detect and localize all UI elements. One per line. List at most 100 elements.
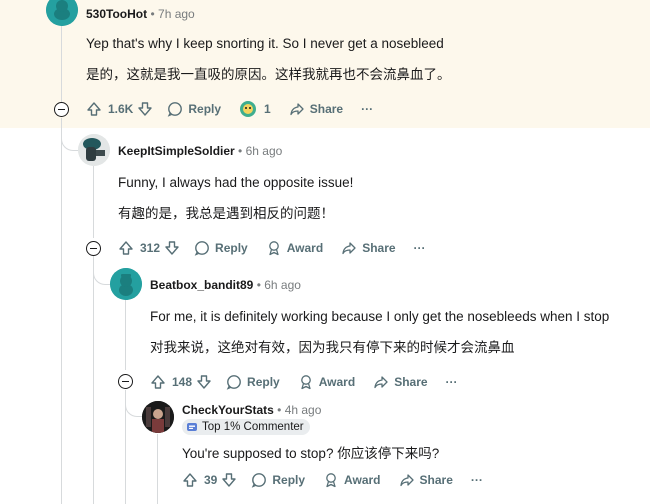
timestamp[interactable]: 6h ago [246,144,283,158]
comment-author-line: 530TooHot • 7h ago [86,7,195,21]
reply-label: Reply [215,241,248,255]
comment-text-zh: 有趣的是，我总是遇到相反的问题！ [118,206,334,221]
vote-count: 148 [172,375,193,389]
comment-author-line: Beatbox_bandit89 • 6h ago [150,278,301,292]
comment-actions: 148 Reply Award Share ··· [150,371,476,393]
award-label: Award [286,241,324,255]
comment-text-en: For me, it is definitely working because… [150,309,610,324]
avatar[interactable] [110,268,142,300]
award-button[interactable]: 1 [239,100,271,118]
collapse-thread-button[interactable] [118,374,133,389]
award-count: 1 [264,102,271,116]
share-button[interactable]: Share [399,472,453,488]
downvote-icon[interactable] [196,374,212,390]
share-button[interactable]: Share [289,101,343,117]
vote-count: 39 [204,473,218,487]
award-icon [300,375,311,390]
username[interactable]: CheckYourStats [182,403,274,417]
comment-text-zh: 是的，这就是我一直吸的原因。这样我就再也不会流鼻血了。 [86,67,451,82]
share-label: Share [394,375,428,389]
thread-line [125,298,126,370]
more-icon: ··· [445,375,458,389]
comment-icon [194,241,209,256]
thread-line [61,20,62,112]
separator: • [150,7,155,21]
share-button[interactable]: Share [341,240,396,256]
reply-label: Reply [272,473,306,487]
share-label: Share [309,102,344,116]
upvote-icon[interactable] [118,240,134,256]
comment-actions: 39 Reply Award Share ··· [182,469,501,491]
thread-branch [125,390,144,417]
timestamp[interactable]: 7h ago [158,7,195,21]
comment-icon [252,473,267,488]
comment-author-line: CheckYourStats • 4h ago [182,403,321,417]
award-icon [326,473,336,488]
collapse-thread-button[interactable] [54,102,69,117]
award-label: Award [318,375,356,389]
downvote-icon[interactable] [221,472,237,488]
more-icon: ··· [413,241,426,255]
separator: • [238,144,243,158]
award-badge-icon [240,101,257,117]
avatar[interactable] [142,401,174,433]
vote-control: 312 [118,240,180,256]
vote-control: 148 [150,374,212,390]
username[interactable]: KeepItSimpleSoldier [118,144,235,158]
share-button[interactable]: Share [373,374,428,390]
commenter-badge-icon [187,423,197,431]
username[interactable]: Beatbox_bandit89 [150,278,253,292]
award-button[interactable]: Award [266,240,323,256]
separator: • [256,278,261,292]
reply-button[interactable]: Reply [167,101,221,117]
reply-label: Reply [188,102,222,116]
share-label: Share [362,241,396,255]
more-options-button[interactable]: ··· [414,241,426,255]
share-icon [399,474,414,487]
award-button[interactable]: Award [298,374,355,390]
comment-text-en: Yep that's why I keep snorting it. So I … [86,36,444,51]
thread-branch [61,118,80,151]
timestamp[interactable]: 4h ago [285,403,322,417]
more-options-button[interactable]: ··· [446,375,458,389]
comment-actions: 1.6K Reply 1 Share ··· [86,98,391,120]
timestamp[interactable]: 6h ago [264,278,301,292]
share-icon [342,242,356,255]
user-photo-icon [142,401,174,433]
award-icon [268,241,279,256]
user-flair: Top 1% Commenter [182,419,310,435]
downvote-icon[interactable] [164,240,180,256]
reply-button[interactable]: Reply [251,472,305,488]
avatar[interactable] [78,134,110,166]
award-button[interactable]: Award [323,472,381,488]
reply-button[interactable]: Reply [194,240,248,256]
vote-control: 1.6K [86,101,153,117]
collapse-thread-button[interactable] [86,241,101,256]
downvote-icon[interactable] [137,101,153,117]
reply-label: Reply [247,375,280,389]
upvote-icon[interactable] [150,374,166,390]
vote-count: 312 [140,241,161,255]
upvote-icon[interactable] [86,101,102,117]
comment-text-en: Funny, I always had the opposite issue! [118,175,354,190]
flair-text: Top 1% Commenter [202,421,304,433]
username[interactable]: 530TooHot [86,7,147,21]
more-options-button[interactable]: ··· [471,473,483,487]
vote-control: 39 [182,472,237,488]
thread-branch [93,256,112,285]
comment-icon [226,375,241,390]
vote-count: 1.6K [108,102,134,116]
thread-line [93,162,94,238]
share-icon [374,376,388,389]
award-label: Award [344,473,381,487]
soldier-avatar-icon [78,134,110,166]
thread-line [93,256,94,504]
share-label: Share [419,473,453,487]
upvote-icon[interactable] [182,472,198,488]
share-icon [290,103,304,116]
more-icon: ··· [361,102,374,116]
thread-line [157,434,158,504]
comment-icon [168,102,183,117]
reply-button[interactable]: Reply [226,374,280,390]
more-options-button[interactable]: ··· [361,102,373,116]
